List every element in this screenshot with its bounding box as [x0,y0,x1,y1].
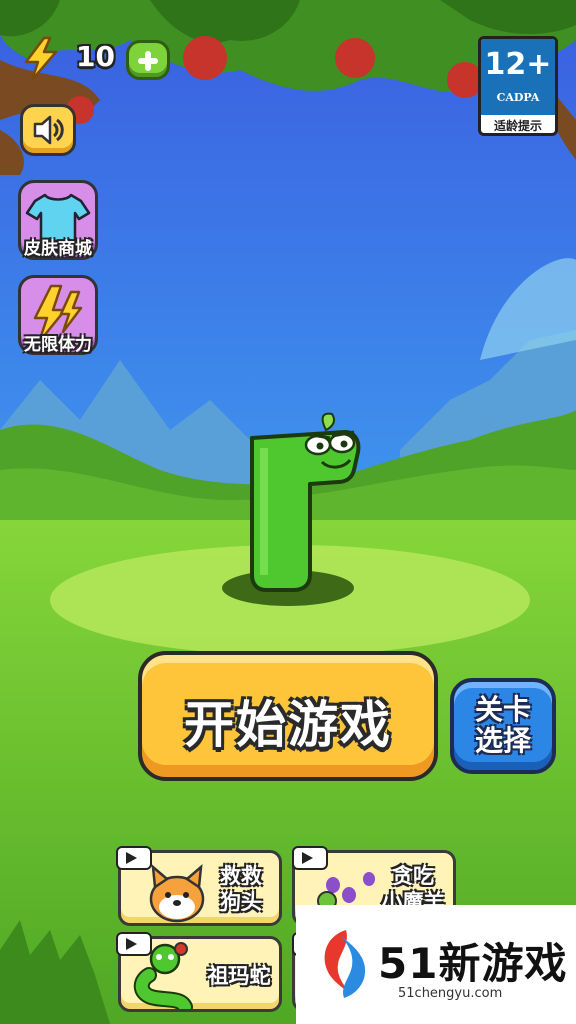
age-rating-tip: 适龄提示 [493,119,542,133]
start-game-button[interactable]: 开始游戏 [138,651,438,781]
start-game-label: 开始游戏 [184,696,392,754]
promo-card-save-dog-label: 救救 狗头 [205,863,277,915]
level-select-label: 关卡 选择 [454,694,552,756]
age-rating-panel: 12+ CADPA [481,39,555,115]
skin-shop-label: 皮肤商城 [24,239,92,259]
age-rating-number: 12+ [484,47,552,82]
age-rating-badge[interactable]: 12+ CADPA 适龄提示 [478,36,558,136]
speaker-icon [33,115,64,145]
level-select-button[interactable]: 关卡 选择 [450,678,556,774]
lightning-icon [24,36,58,82]
video-ad-icon [292,846,328,870]
unlimited-energy-label: 无限体力 [24,335,92,355]
level-select-line1: 关卡 [474,693,531,726]
age-rating-org: CADPA [496,91,540,104]
watermark-url: 51chengyu.com [398,986,503,1001]
promo-card-zuma-snake-label: 祖玛蛇 [207,964,271,988]
add-energy-button[interactable] [126,40,170,80]
watermark-brand: 51新游戏 [378,939,568,988]
promo-card-greedy-sheep-line1: 贪吃 [392,864,434,888]
video-ad-icon [116,846,152,870]
sound-toggle-button[interactable] [20,104,76,156]
energy-count: 10 [76,40,115,73]
game-background [0,0,576,1024]
promo-card-save-dog-line1: 救救 [220,864,262,888]
video-ad-icon [116,932,152,956]
watermark-logo-icon [324,930,366,998]
level-select-line2: 选择 [474,724,531,757]
promo-card-save-dog-line2: 狗头 [220,890,262,914]
